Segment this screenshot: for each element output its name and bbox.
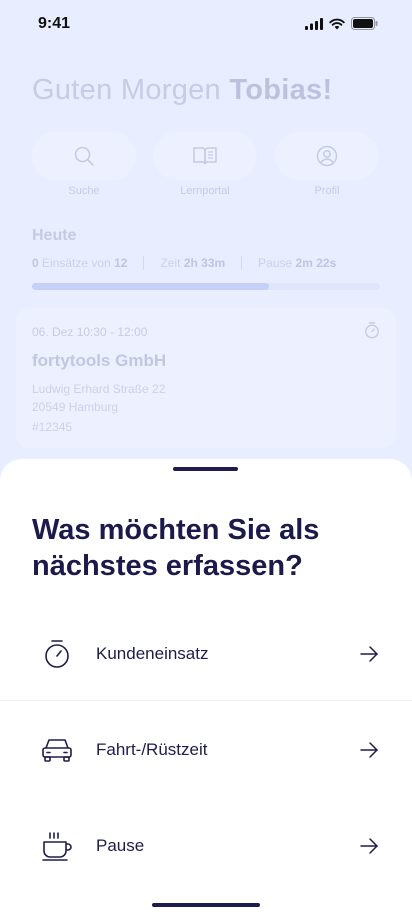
learning-portal-button[interactable] <box>153 132 257 180</box>
greeting-title: Guten Morgen Tobias! <box>32 74 332 107</box>
assignment-id: #12345 <box>32 420 73 434</box>
option-pause[interactable]: Pause <box>0 798 412 894</box>
assignment-date: 06. Dez 10:30 - 12:00 <box>32 325 148 339</box>
profile-icon <box>316 145 338 167</box>
option-travel-setup-time[interactable]: Fahrt-/Rüstzeit <box>0 702 412 798</box>
option-divider <box>0 700 412 701</box>
assignments-text: Einsätze von <box>42 256 111 270</box>
capture-bottom-sheet: Was möchten Sie als nächstes erfassen? K… <box>0 459 412 917</box>
coffee-cup-icon <box>40 829 74 863</box>
option-label: Fahrt-/Rüstzeit <box>96 740 208 759</box>
pause-value: 2m 22s <box>295 256 337 270</box>
pause-label: Pause <box>258 256 293 270</box>
assignments-done: 0 <box>32 256 39 270</box>
status-icons <box>305 17 378 30</box>
today-stats: 0 Einsätze von 12 Zeit 2h 33m Pause 2m 2… <box>32 256 336 270</box>
stats-divider <box>143 256 145 270</box>
arrow-right-icon <box>360 838 378 854</box>
profile-button[interactable] <box>275 132 379 180</box>
search-label: Suche <box>68 185 100 197</box>
book-icon <box>193 147 217 165</box>
assignment-street: Ludwig Erhard Straße 22 <box>32 382 166 396</box>
car-icon <box>40 733 74 767</box>
time-value: 2h 33m <box>183 256 226 270</box>
stopwatch-icon <box>40 637 74 671</box>
assignments-total: 12 <box>114 256 128 270</box>
option-customer-assignment[interactable]: Kundeneinsatz <box>0 606 412 702</box>
search-button[interactable] <box>32 132 136 180</box>
assignment-company: fortytools GmbH <box>32 351 167 370</box>
sheet-drag-handle[interactable] <box>173 467 238 471</box>
today-progress-fill <box>32 283 269 290</box>
today-progress-bar <box>32 283 380 290</box>
arrow-right-icon <box>360 646 378 662</box>
greeting-prefix: Guten Morgen <box>32 74 221 106</box>
profile-label: Profil <box>314 185 340 197</box>
status-time: 9:41 <box>38 15 71 32</box>
option-label: Pause <box>96 836 145 855</box>
learning-portal-label: Lernportal <box>180 185 230 197</box>
assignment-city: 20549 Hamburg <box>32 400 119 414</box>
signal-icon <box>305 17 323 30</box>
greeting-name: Tobias! <box>229 74 333 106</box>
option-label: Kundeneinsatz <box>96 644 209 663</box>
battery-icon <box>351 17 378 30</box>
assignment-card[interactable]: 06. Dez 10:30 - 12:00 fortytools GmbH Lu… <box>16 308 396 448</box>
status-bar: 9:41 <box>0 0 412 48</box>
home-indicator[interactable] <box>152 903 260 907</box>
arrow-right-icon <box>360 742 378 758</box>
time-label: Zeit <box>160 256 181 270</box>
today-heading: Heute <box>32 227 77 244</box>
stats-divider <box>241 256 243 270</box>
wifi-icon <box>329 18 345 29</box>
search-icon <box>74 146 94 166</box>
stopwatch-icon <box>365 322 379 339</box>
sheet-title: Was möchten Sie als nächstes erfassen? <box>32 514 320 582</box>
